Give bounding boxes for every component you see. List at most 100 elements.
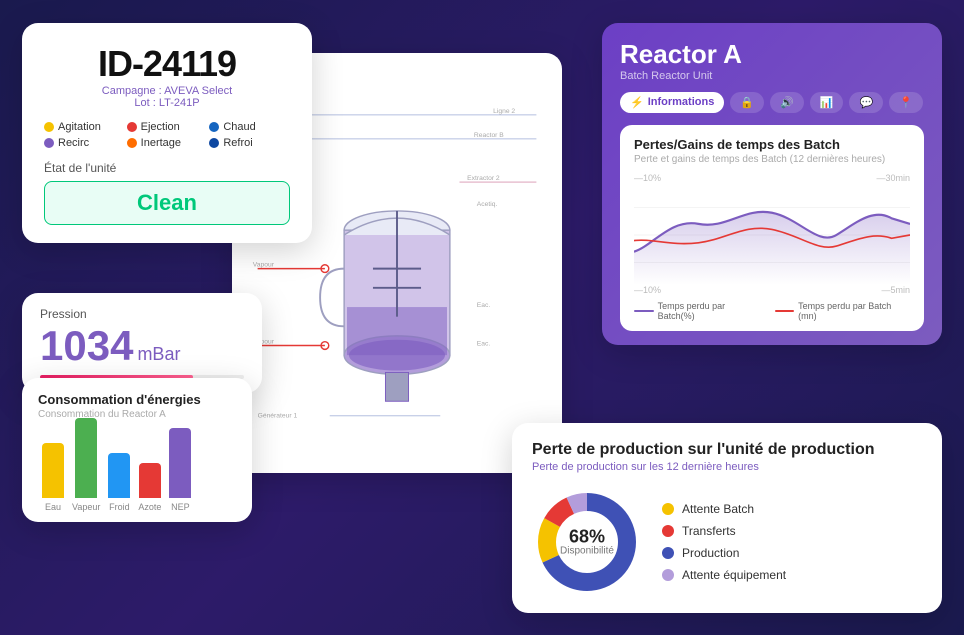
- bar-group-eau: Eau: [42, 443, 64, 512]
- bar-label-eau: Eau: [45, 502, 61, 512]
- tag-icon-blue: [209, 122, 219, 132]
- sound-icon: 🔊: [780, 96, 794, 109]
- bar-label-nep: NEP: [171, 502, 190, 512]
- etat-label: État de l'unité: [44, 161, 290, 175]
- tag-ejection: Ejection: [127, 121, 208, 133]
- chart-icon: 📊: [820, 96, 834, 109]
- chart-y-left-bottom: —10%: [634, 285, 661, 295]
- svg-text:Acetiq.: Acetiq.: [477, 201, 498, 208]
- tag-label-agitation: Agitation: [58, 121, 101, 133]
- bar-chart: Eau Vapeur Froid Azote NEP: [38, 432, 236, 512]
- svg-text:Vapour: Vapour: [253, 261, 275, 268]
- lot-label: Lot : LT-241P: [44, 97, 290, 109]
- legend-dot-red: [662, 525, 674, 537]
- legend-row-batch: Attente Batch: [662, 502, 786, 516]
- bar-azote: [139, 463, 161, 498]
- legend-line-red: [775, 310, 795, 312]
- tab-location[interactable]: 📍: [889, 92, 923, 113]
- line-chart-svg: [634, 185, 910, 285]
- bar-group-nep: NEP: [169, 428, 191, 512]
- campaign-label: Campagne : AVEVA Select: [44, 85, 290, 97]
- chart-y-right-top: —30min: [876, 173, 910, 183]
- donut-description: Disponibilité: [560, 545, 614, 556]
- chart-subtitle: Perte et gains de temps des Batch (12 de…: [634, 154, 910, 165]
- energy-subtitle: Consommation du Reactor A: [38, 409, 236, 420]
- tab-lock[interactable]: 🔒: [730, 92, 764, 113]
- bar-vapeur: [75, 418, 97, 498]
- tab-chart[interactable]: 📊: [810, 92, 844, 113]
- production-content: 68% Disponibilité Attente Batch Transfer…: [532, 487, 922, 597]
- tag-label-chaud: Chaud: [223, 121, 255, 133]
- pressure-unit: mBar: [137, 344, 180, 365]
- tab-informations[interactable]: ⚡ Informations: [620, 92, 724, 113]
- bar-eau: [42, 443, 64, 498]
- reactor-card: Reactor A Batch Reactor Unit ⚡ Informati…: [602, 23, 942, 345]
- legend-row-attente: Attente équipement: [662, 568, 786, 582]
- donut-chart: 68% Disponibilité: [532, 487, 642, 597]
- svg-text:Ligne 2: Ligne 2: [493, 107, 515, 114]
- chart-y-right-bottom: —5min: [881, 285, 910, 295]
- reactor-title: Reactor A: [620, 39, 924, 70]
- tag-label-refroi: Refroi: [223, 137, 252, 149]
- legend-label-production: Production: [682, 546, 739, 560]
- energy-title: Consommation d'énergies: [38, 392, 236, 407]
- tags-grid: Agitation Ejection Chaud Recirc Inertage…: [44, 121, 290, 149]
- bar-label-azote: Azote: [138, 502, 161, 512]
- pressure-value: 1034: [40, 325, 133, 367]
- bar-label-froid: Froid: [109, 502, 130, 512]
- chart-card-inner: Pertes/Gains de temps des Batch Perte et…: [620, 125, 924, 331]
- chart-y-left-top: —10%: [634, 173, 661, 183]
- legend-dot-yellow: [662, 503, 674, 515]
- tag-label-ejection: Ejection: [141, 121, 180, 133]
- svg-text:Générateur 1: Générateur 1: [258, 412, 298, 419]
- chart-title: Pertes/Gains de temps des Batch: [634, 137, 910, 152]
- legend-line-purple: [634, 310, 654, 312]
- svg-text:Reactor B: Reactor B: [474, 131, 504, 138]
- id-card: ID-24119 Campagne : AVEVA Select Lot : L…: [22, 23, 312, 243]
- legend-item-purple: Temps perdu par Batch(%): [634, 301, 763, 321]
- svg-text:Extractor 2: Extractor 2: [467, 175, 500, 182]
- legend-label-batch: Attente Batch: [682, 502, 754, 516]
- legend-label-purple: Temps perdu par Batch(%): [658, 301, 763, 321]
- bar-froid: [108, 453, 130, 498]
- svg-text:Eac.: Eac.: [477, 302, 491, 309]
- legend-label-attente: Attente équipement: [682, 568, 786, 582]
- tag-icon-dark-blue: [209, 138, 219, 148]
- state-badge: Clean: [44, 181, 290, 225]
- tag-label-inertage: Inertage: [141, 137, 181, 149]
- legend-dot-blue-indigo: [662, 547, 674, 559]
- bar-group-vapeur: Vapeur: [72, 418, 100, 512]
- location-icon: 📍: [899, 96, 913, 109]
- legend-label-red: Temps perdu par Batch (mn): [798, 301, 910, 321]
- bar-group-azote: Azote: [138, 463, 161, 512]
- legend-row-production: Production: [662, 546, 786, 560]
- tag-agitation: Agitation: [44, 121, 125, 133]
- donut-label: 68% Disponibilité: [560, 527, 614, 556]
- line-chart-area: [634, 185, 910, 285]
- energy-card: Consommation d'énergies Consommation du …: [22, 378, 252, 522]
- legend-dot-light-purple: [662, 569, 674, 581]
- production-title: Perte de production sur l'unité de produ…: [532, 441, 922, 459]
- tag-icon-purple: [44, 138, 54, 148]
- lock-icon: 🔒: [740, 96, 754, 109]
- reactor-tabs[interactable]: ⚡ Informations 🔒 🔊 📊 💬 📍: [620, 92, 924, 113]
- pressure-label: Pression: [40, 307, 244, 321]
- tab-message[interactable]: 💬: [849, 92, 883, 113]
- bar-nep: [169, 428, 191, 498]
- tag-inertage: Inertage: [127, 137, 208, 149]
- tab-icon-lightning: ⚡: [630, 96, 644, 109]
- bar-group-froid: Froid: [108, 453, 130, 512]
- legend-row-transferts: Transferts: [662, 524, 786, 538]
- production-subtitle: Perte de production sur les 12 dernière …: [532, 461, 922, 473]
- tag-icon-orange: [127, 138, 137, 148]
- tag-refroi: Refroi: [209, 137, 290, 149]
- production-card: Perte de production sur l'unité de produ…: [512, 423, 942, 613]
- svg-text:Eac.: Eac.: [477, 340, 491, 347]
- message-icon: 💬: [859, 96, 873, 109]
- id-number: ID-24119: [44, 43, 290, 85]
- tab-sound[interactable]: 🔊: [770, 92, 804, 113]
- chart-legend: Temps perdu par Batch(%) Temps perdu par…: [634, 301, 910, 321]
- tag-icon-red: [127, 122, 137, 132]
- bar-label-vapeur: Vapeur: [72, 502, 100, 512]
- tag-label-recirc: Recirc: [58, 137, 89, 149]
